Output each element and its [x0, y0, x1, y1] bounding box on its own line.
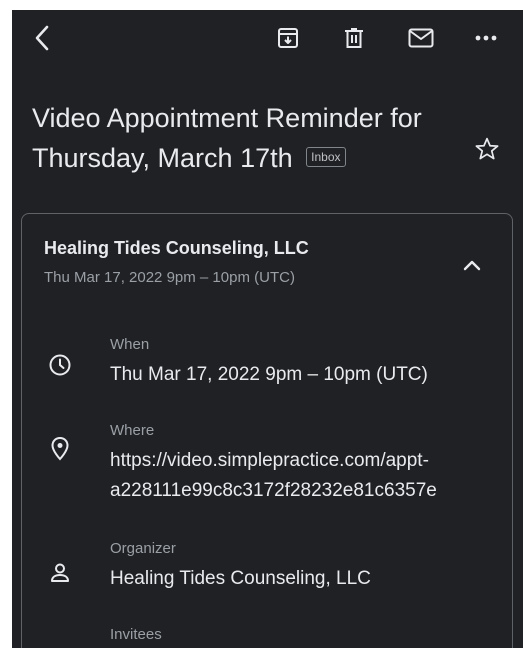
star-outline-icon: [475, 137, 499, 160]
chevron-left-icon: [35, 25, 49, 51]
person-icon: [51, 563, 69, 582]
delete-button[interactable]: [338, 22, 370, 54]
archive-button[interactable]: [272, 22, 304, 54]
event-summary-time: Thu Mar 17, 2022 9pm – 10pm (UTC): [44, 269, 295, 286]
when-value: Thu Mar 17, 2022 9pm – 10pm (UTC): [110, 364, 428, 385]
when-label: When: [110, 336, 150, 353]
calendar-event-card: Healing Tides Counseling, LLC Thu Mar 17…: [21, 213, 513, 648]
archive-icon: [278, 28, 298, 48]
clock-icon: [49, 354, 71, 376]
back-button[interactable]: [26, 22, 58, 54]
top-app-bar: [12, 10, 523, 68]
subject-text: Video Appointment Reminder for Thursday,…: [32, 103, 422, 173]
chevron-up-icon: [463, 260, 481, 271]
where-link-line-1[interactable]: https://video.simplepractice.com/appt-: [110, 446, 500, 476]
inbox-label-badge[interactable]: Inbox: [306, 146, 346, 167]
where-value[interactable]: https://video.simplepractice.com/appt- a…: [110, 446, 500, 506]
more-horizontal-icon: [475, 35, 497, 41]
invitees-label: Invitees: [110, 626, 162, 643]
event-organizer-title: Healing Tides Counseling, LLC: [44, 238, 309, 258]
location-pin-icon: [51, 436, 69, 461]
collapse-button[interactable]: [462, 258, 482, 277]
organizer-value: Healing Tides Counseling, LLC: [110, 568, 371, 589]
mark-unread-button[interactable]: [404, 22, 438, 54]
where-link-line-2[interactable]: a228111e99c8c3172f28232e81c6357e: [110, 476, 500, 506]
trash-icon: [345, 28, 363, 48]
email-detail-screen: Video Appointment Reminder for Thursday,…: [12, 10, 523, 648]
email-subject: Video Appointment Reminder for Thursday,…: [32, 98, 432, 178]
more-options-button[interactable]: [470, 22, 502, 54]
star-button[interactable]: [474, 136, 500, 167]
mail-icon: [408, 28, 434, 48]
organizer-label: Organizer: [110, 540, 176, 557]
where-label: Where: [110, 422, 155, 439]
